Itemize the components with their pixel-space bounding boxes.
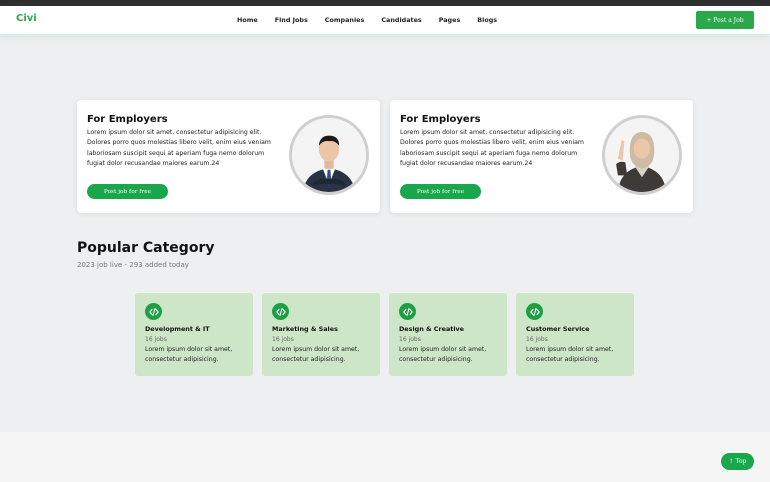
footer-band: [0, 432, 770, 482]
category-job-count: 16 jobs: [272, 336, 294, 343]
post-job-free-button[interactable]: Post job for free: [87, 184, 168, 199]
category-card-design[interactable]: Design & Creative 16 jobs Lorem ipsum do…: [389, 293, 507, 376]
nav-blogs[interactable]: Blogs: [477, 16, 497, 24]
nav-candidates[interactable]: Candidates: [381, 16, 421, 24]
main-nav: Home Find Jobs Companies Candidates Page…: [237, 16, 514, 24]
category-name: Marketing & Sales: [272, 325, 338, 333]
scroll-to-top-button[interactable]: ↑ Top: [721, 453, 754, 470]
category-card-development[interactable]: Development & IT 16 jobs Lorem ipsum dol…: [135, 293, 253, 376]
nav-pages[interactable]: Pages: [439, 16, 461, 24]
category-name: Development & IT: [145, 325, 210, 333]
popular-category-subtitle: 2023 job live - 293 added today: [77, 261, 189, 269]
employer-card-description: Lorem ipsum dolor sit amet, consectetur …: [400, 129, 584, 168]
post-job-free-button[interactable]: Post job for free: [400, 184, 481, 199]
employer-card-title: For Employers: [400, 114, 481, 125]
code-icon: [272, 303, 289, 320]
category-description: Lorem ipsum dolor sit amet, consectetur …: [526, 346, 614, 363]
category-name: Design & Creative: [399, 325, 465, 333]
category-description: Lorem ipsum dolor sit amet, consectetur …: [145, 346, 233, 363]
category-card-customer-service[interactable]: Customer Service 16 jobs Lorem ipsum dol…: [516, 293, 634, 376]
post-a-job-button[interactable]: + Post a Job: [696, 11, 754, 29]
category-job-count: 16 jobs: [145, 336, 167, 343]
category-job-count: 16 jobs: [399, 336, 421, 343]
businesswoman-portrait: [602, 115, 682, 195]
employer-card-title: For Employers: [87, 114, 168, 125]
nav-home[interactable]: Home: [237, 16, 258, 24]
businessman-portrait: [289, 115, 369, 195]
code-icon: [145, 303, 162, 320]
category-name: Customer Service: [526, 325, 590, 333]
nav-find-jobs[interactable]: Find Jobs: [275, 16, 308, 24]
category-description: Lorem ipsum dolor sit amet, consectetur …: [272, 346, 360, 363]
employer-card: For Employers Lorem ipsum dolor sit amet…: [390, 100, 693, 213]
code-icon: [399, 303, 416, 320]
nav-companies[interactable]: Companies: [325, 16, 365, 24]
employer-card-description: Lorem ipsum dolor sit amet, consectetur …: [87, 129, 271, 168]
category-card-marketing[interactable]: Marketing & Sales 16 jobs Lorem ipsum do…: [262, 293, 380, 376]
code-icon: [526, 303, 543, 320]
category-job-count: 16 jobs: [526, 336, 548, 343]
employer-card: For Employers Lorem ipsum dolor sit amet…: [77, 100, 380, 213]
popular-category-title: Popular Category: [77, 240, 215, 256]
logo[interactable]: Civi: [16, 13, 37, 24]
navbar: Civi Home Find Jobs Companies Candidates…: [0, 6, 770, 34]
category-description: Lorem ipsum dolor sit amet, consectetur …: [399, 346, 487, 363]
